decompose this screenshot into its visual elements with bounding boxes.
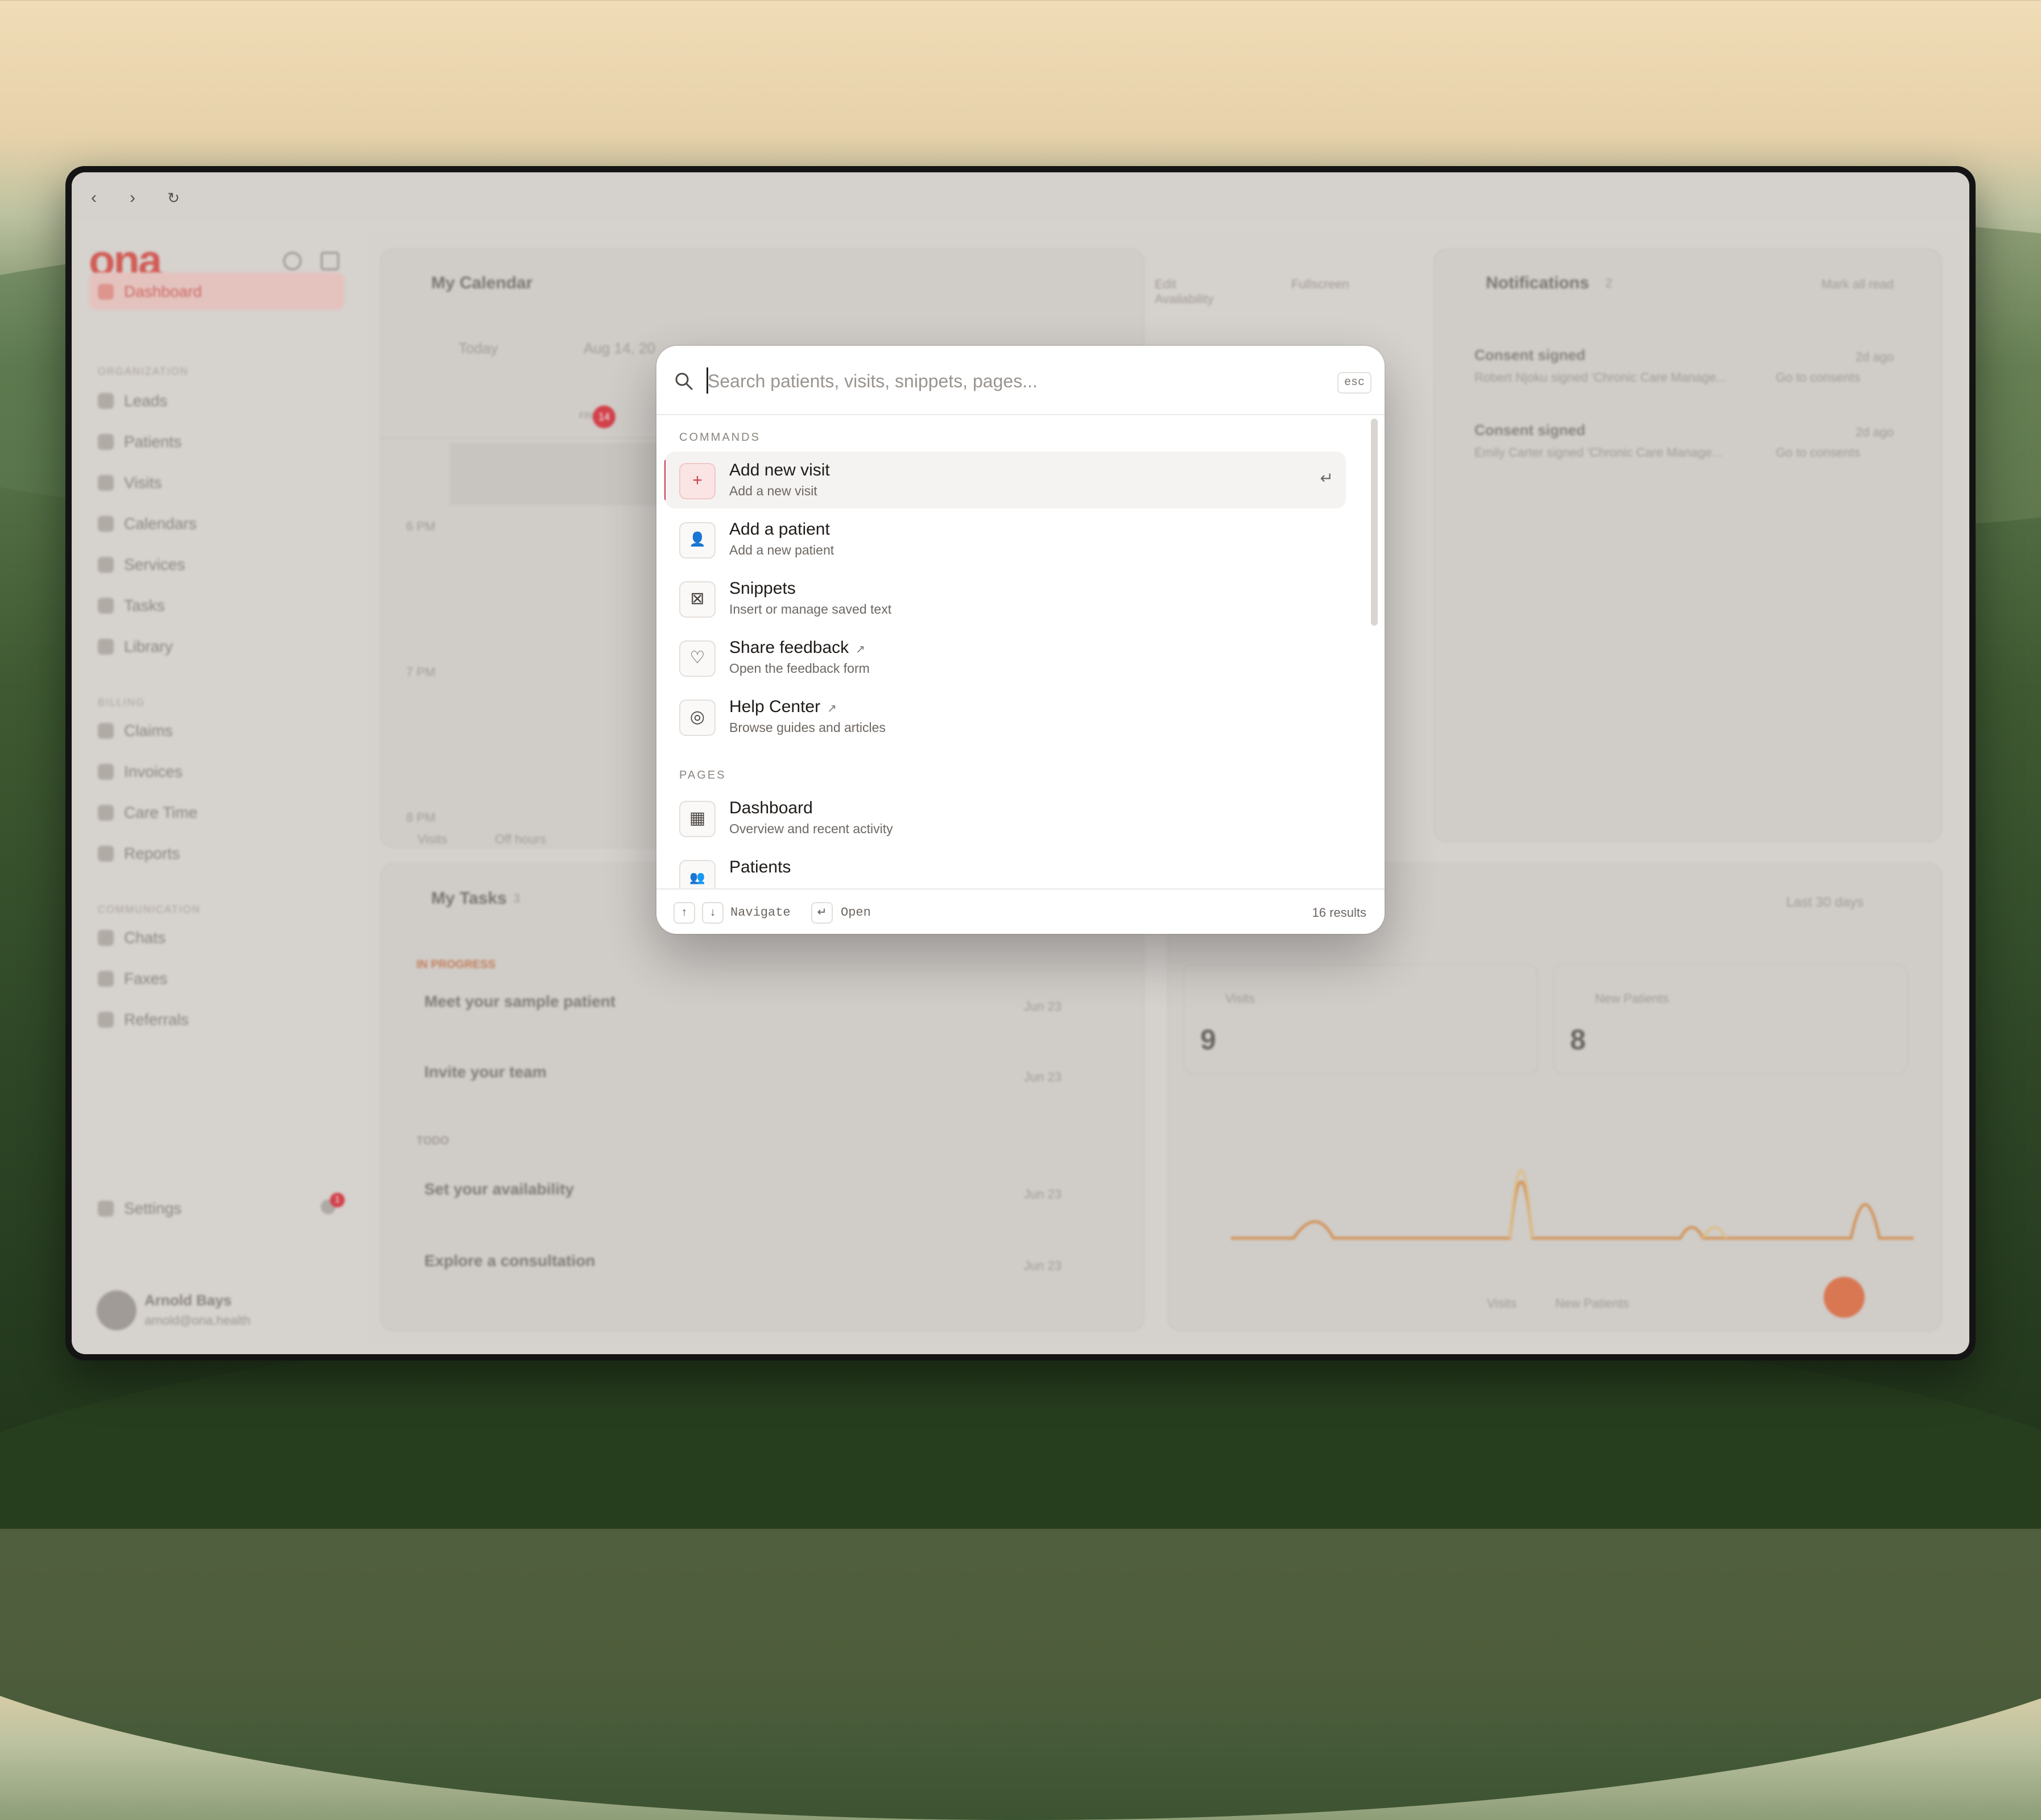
- palette-footer: ↑ ↓ Navigate ↵ Open 16 results: [656, 888, 1385, 934]
- snippet-icon: ⊠: [679, 581, 716, 618]
- command-snippets[interactable]: ⊠ Snippets Insert or manage saved text: [666, 570, 1346, 627]
- command-title-text: Help Center: [729, 697, 821, 716]
- search-icon: [675, 373, 693, 390]
- browser-toolbar: ‹ › ↻: [72, 172, 1969, 221]
- command-subtitle: Open the feedback form: [729, 661, 870, 676]
- pages-header: PAGES: [679, 769, 726, 781]
- plus-icon: +: [679, 463, 716, 499]
- command-title: Dashboard: [729, 799, 813, 817]
- command-add-new-visit[interactable]: + Add new visit Add a new visit ↵: [666, 452, 1346, 508]
- command-title: Add new visit: [729, 461, 830, 479]
- arrow-up-icon: ↑: [674, 902, 695, 924]
- command-title: Add a patient: [729, 520, 830, 539]
- users-icon: 👥: [679, 860, 716, 888]
- esc-key-hint[interactable]: esc: [1337, 372, 1371, 394]
- enter-icon: ↵: [811, 902, 833, 924]
- external-link-icon: ↗: [827, 702, 837, 715]
- navigate-label: Navigate: [730, 905, 791, 920]
- command-search-input[interactable]: [706, 365, 1312, 397]
- external-link-icon: ↗: [856, 643, 865, 656]
- command-subtitle: Add a new patient: [729, 543, 834, 557]
- dashboard-icon: ▦: [679, 801, 716, 837]
- command-palette: esc COMMANDS + Add new visit Add a new v…: [656, 346, 1385, 934]
- command-subtitle: Browse guides and articles: [729, 720, 886, 735]
- results-count: 16 results: [1312, 905, 1366, 920]
- lifebuoy-icon: ◎: [679, 700, 716, 736]
- command-title: Share feedback ↗: [729, 638, 865, 657]
- command-subtitle: Add a new visit: [729, 483, 817, 498]
- page-dashboard[interactable]: ▦ Dashboard Overview and recent activity: [666, 789, 1346, 846]
- text-caret: [706, 367, 708, 394]
- search-row: esc: [656, 346, 1385, 415]
- forward-icon[interactable]: ›: [123, 188, 142, 208]
- user-plus-icon: 👤: [679, 522, 716, 559]
- feedback-icon: ♡: [679, 640, 716, 677]
- arrow-down-icon: ↓: [702, 902, 724, 924]
- commands-header: COMMANDS: [679, 431, 761, 444]
- command-title: Help Center ↗: [729, 697, 837, 717]
- command-title: Snippets: [729, 579, 796, 598]
- enter-icon: ↵: [1320, 469, 1333, 487]
- reload-icon[interactable]: ↻: [164, 188, 183, 208]
- command-subtitle: Insert or manage saved text: [729, 602, 892, 617]
- open-label: Open: [841, 905, 871, 920]
- scrollbar[interactable]: [1371, 419, 1378, 626]
- page-patients[interactable]: 👥 Patients: [666, 849, 1346, 888]
- command-add-patient[interactable]: 👤 Add a patient Add a new patient: [666, 511, 1346, 568]
- command-subtitle: Overview and recent activity: [729, 821, 893, 836]
- command-share-feedback[interactable]: ♡ Share feedback ↗ Open the feedback form: [666, 629, 1346, 686]
- command-title-text: Share feedback: [729, 638, 849, 657]
- back-icon[interactable]: ‹: [84, 188, 104, 208]
- command-help-center[interactable]: ◎ Help Center ↗ Browse guides and article…: [666, 688, 1346, 745]
- command-title: Patients: [729, 858, 791, 876]
